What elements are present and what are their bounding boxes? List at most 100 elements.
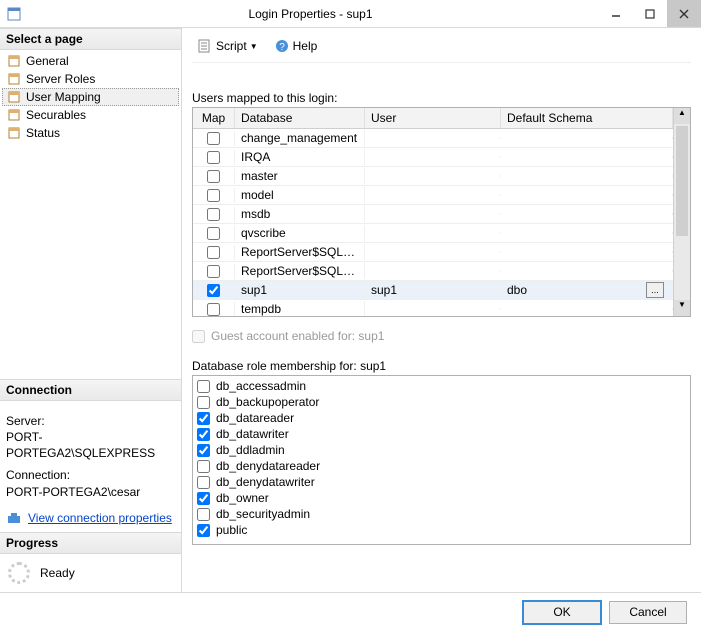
browse-schema-button[interactable]: ... <box>646 282 664 298</box>
roles-list: db_accessadmindb_backupoperatordb_datare… <box>192 375 691 545</box>
map-checkbox[interactable] <box>207 132 220 145</box>
role-item[interactable]: db_datareader <box>197 410 686 426</box>
schema-cell <box>501 270 673 272</box>
schema-cell <box>501 156 673 158</box>
map-checkbox[interactable] <box>207 246 220 259</box>
page-item-securables[interactable]: Securables <box>2 106 179 124</box>
connection-header: Connection <box>0 379 181 401</box>
help-button[interactable]: ? Help <box>269 36 323 56</box>
role-item[interactable]: db_backupoperator <box>197 394 686 410</box>
scroll-thumb[interactable] <box>676 126 688 236</box>
role-name: public <box>216 522 247 538</box>
database-cell: msdb <box>235 206 365 222</box>
script-button[interactable]: Script ▼ <box>192 36 263 56</box>
role-checkbox[interactable] <box>197 460 210 473</box>
table-row[interactable]: ReportServer$SQLEX... <box>193 243 673 262</box>
view-connection-properties-link[interactable]: View connection properties <box>28 510 172 526</box>
table-row[interactable]: tempdb <box>193 300 673 316</box>
table-row[interactable]: ReportServer$SQLEX... <box>193 262 673 281</box>
role-name: db_datareader <box>216 410 294 426</box>
window-title: Login Properties - sup1 <box>22 7 599 21</box>
map-checkbox[interactable] <box>207 208 220 221</box>
ok-button[interactable]: OK <box>523 601 601 624</box>
page-item-server-roles[interactable]: Server Roles <box>2 70 179 88</box>
page-icon <box>6 89 22 105</box>
map-checkbox[interactable] <box>207 265 220 278</box>
scroll-down-icon[interactable]: ▼ <box>674 300 690 316</box>
col-user[interactable]: User <box>365 108 501 128</box>
page-list: GeneralServer Roles User Mapping Securable… <box>0 50 181 144</box>
role-name: db_ddladmin <box>216 442 285 458</box>
database-cell: ReportServer$SQLEX... <box>235 244 365 260</box>
table-row[interactable]: change_management <box>193 129 673 148</box>
map-checkbox[interactable] <box>207 151 220 164</box>
role-checkbox[interactable] <box>197 428 210 441</box>
map-checkbox[interactable] <box>207 227 220 240</box>
schema-cell <box>501 194 673 196</box>
users-mapped-label: Users mapped to this login: <box>192 89 691 107</box>
role-item[interactable]: db_accessadmin <box>197 378 686 394</box>
schema-value: dbo <box>507 283 527 297</box>
toolbar: Script ▼ ? Help <box>192 34 691 63</box>
table-row[interactable]: msdb <box>193 205 673 224</box>
role-name: db_datawriter <box>216 426 289 442</box>
page-item-user-mapping[interactable]: User Mapping <box>2 88 179 106</box>
maximize-button[interactable] <box>633 0 667 27</box>
role-checkbox[interactable] <box>197 412 210 425</box>
map-checkbox[interactable] <box>207 284 220 297</box>
col-schema[interactable]: Default Schema <box>501 108 673 128</box>
role-item[interactable]: db_datawriter <box>197 426 686 442</box>
progress-spinner-icon <box>8 562 30 584</box>
map-checkbox[interactable] <box>207 170 220 183</box>
role-checkbox[interactable] <box>197 476 210 489</box>
table-row[interactable]: qvscribe <box>193 224 673 243</box>
footer: OK Cancel <box>0 592 701 631</box>
role-checkbox[interactable] <box>197 380 210 393</box>
page-label: User Mapping <box>26 90 101 104</box>
role-checkbox[interactable] <box>197 508 210 521</box>
page-item-status[interactable]: Status <box>2 124 179 142</box>
scroll-up-icon[interactable]: ▲ <box>674 108 690 124</box>
guest-row: Guest account enabled for: sup1 <box>192 329 691 343</box>
close-button[interactable] <box>667 0 701 27</box>
app-icon <box>6 6 22 22</box>
schema-cell <box>501 137 673 139</box>
right-panel: Script ▼ ? Help Users mapped to this log… <box>182 28 701 592</box>
progress-header: Progress <box>0 532 181 554</box>
connection-value: PORT-PORTEGA2\cesar <box>6 484 175 500</box>
connection-icon <box>6 510 22 526</box>
cancel-button[interactable]: Cancel <box>609 601 687 624</box>
map-checkbox[interactable] <box>207 303 220 316</box>
table-row[interactable]: IRQA <box>193 148 673 167</box>
role-name: db_denydatawriter <box>216 474 315 490</box>
role-item[interactable]: db_owner <box>197 490 686 506</box>
table-row[interactable]: model <box>193 186 673 205</box>
mapping-grid: Map Database User Default Schema change_… <box>192 107 691 317</box>
col-database[interactable]: Database <box>235 108 365 128</box>
role-checkbox[interactable] <box>197 524 210 537</box>
user-cell <box>365 175 501 177</box>
user-cell <box>365 308 501 310</box>
help-label: Help <box>293 39 318 53</box>
role-item[interactable]: db_denydatareader <box>197 458 686 474</box>
page-icon <box>6 107 22 123</box>
database-cell: IRQA <box>235 149 365 165</box>
role-item[interactable]: db_denydatawriter <box>197 474 686 490</box>
user-cell <box>365 137 501 139</box>
table-row[interactable]: sup1sup1dbo... <box>193 281 673 300</box>
progress-status: Ready <box>40 566 75 580</box>
map-checkbox[interactable] <box>207 189 220 202</box>
minimize-button[interactable] <box>599 0 633 27</box>
col-map[interactable]: Map <box>193 108 235 128</box>
role-name: db_accessadmin <box>216 378 306 394</box>
role-checkbox[interactable] <box>197 492 210 505</box>
table-row[interactable]: master <box>193 167 673 186</box>
grid-scrollbar[interactable]: ▲ ▼ <box>673 108 690 316</box>
help-icon: ? <box>274 38 290 54</box>
role-item[interactable]: db_ddladmin <box>197 442 686 458</box>
role-checkbox[interactable] <box>197 396 210 409</box>
role-item[interactable]: db_securityadmin <box>197 506 686 522</box>
page-item-general[interactable]: General <box>2 52 179 70</box>
role-item[interactable]: public <box>197 522 686 538</box>
role-checkbox[interactable] <box>197 444 210 457</box>
